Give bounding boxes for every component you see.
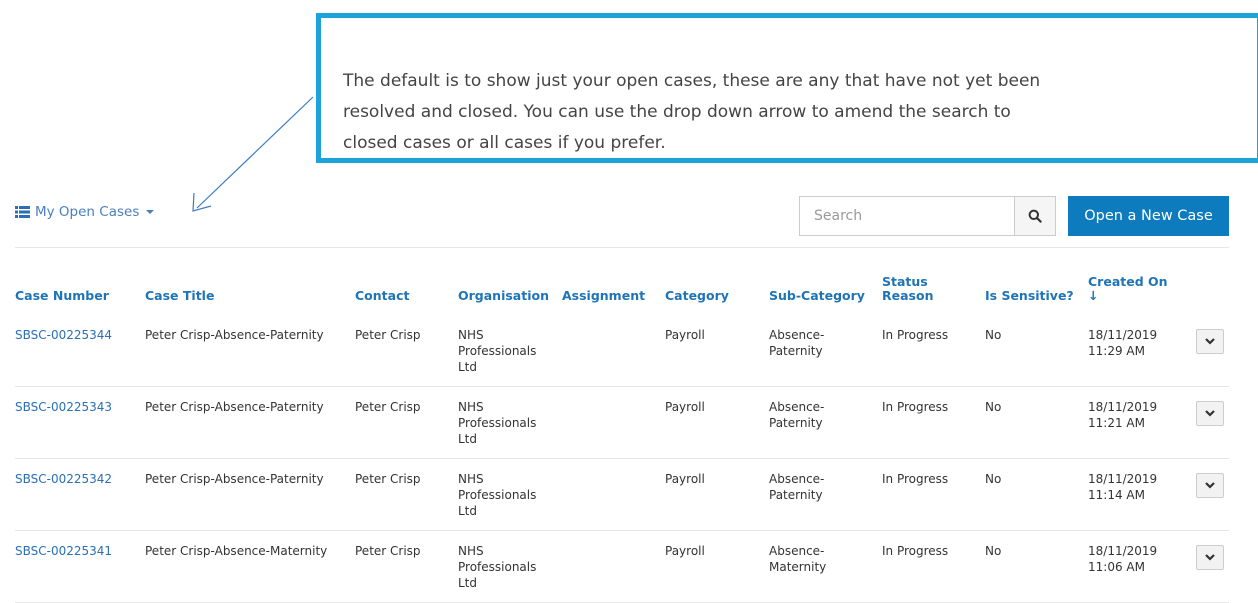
header-status-line1[interactable]: Status (882, 274, 928, 289)
case-title: Peter Crisp-Absence-Paternity (145, 472, 324, 486)
case-title: Peter Crisp-Absence-Maternity (145, 544, 328, 558)
instruction-callout: The default is to show just your open ca… (316, 13, 1258, 163)
created-on: 18/11/2019 11:06 AM (1088, 544, 1158, 574)
header-contact[interactable]: Contact (355, 288, 409, 303)
contact: Peter Crisp (355, 544, 421, 558)
header-created-on[interactable]: Created On (1088, 274, 1168, 289)
cases-table-body: SBSC-00225344 Peter Crisp-Absence-Patern… (15, 315, 1229, 603)
header-category[interactable]: Category (665, 288, 729, 303)
header-organisation[interactable]: Organisation (458, 288, 549, 303)
contact: Peter Crisp (355, 472, 421, 486)
organisation: NHS Professionals Ltd (458, 544, 537, 590)
row-actions-button[interactable] (1196, 545, 1224, 570)
case-number-link[interactable]: SBSC-00225344 (15, 327, 112, 343)
search-button[interactable] (1014, 196, 1056, 236)
row-actions-button[interactable] (1196, 329, 1224, 354)
status-reason: In Progress (882, 472, 949, 486)
case-number-link[interactable]: SBSC-00225343 (15, 399, 112, 415)
category: Payroll (665, 544, 705, 558)
created-on: 18/11/2019 11:14 AM (1088, 472, 1158, 502)
sub-category: Absence- Paternity (769, 400, 825, 430)
table-row: SBSC-00225344 Peter Crisp-Absence-Patern… (15, 315, 1229, 387)
table-row: SBSC-00225342 Peter Crisp-Absence-Patern… (15, 459, 1229, 531)
category: Payroll (665, 472, 705, 486)
is-sensitive: No (985, 328, 1002, 342)
header-assignment[interactable]: Assignment (562, 288, 645, 303)
table-row: SBSC-00225341 Peter Crisp-Absence-Matern… (15, 531, 1229, 603)
search-icon (1028, 209, 1042, 223)
case-title: Peter Crisp-Absence-Paternity (145, 400, 324, 414)
contact: Peter Crisp (355, 328, 421, 342)
status-reason: In Progress (882, 328, 949, 342)
category: Payroll (665, 328, 705, 342)
callout-text: The default is to show just your open ca… (343, 71, 1041, 153)
case-number-link[interactable]: SBSC-00225341 (15, 543, 112, 559)
row-actions-button[interactable] (1196, 473, 1224, 498)
table-row: SBSC-00225343 Peter Crisp-Absence-Patern… (15, 387, 1229, 459)
status-reason: In Progress (882, 544, 949, 558)
view-selector-label: My Open Cases (35, 204, 140, 220)
sort-down-arrow-icon: ↓ (1088, 288, 1099, 303)
case-number-link[interactable]: SBSC-00225342 (15, 471, 112, 487)
search-bar (799, 196, 1056, 236)
contact: Peter Crisp (355, 400, 421, 414)
chevron-down-icon (1205, 410, 1215, 417)
created-on: 18/11/2019 11:21 AM (1088, 400, 1158, 430)
row-actions-button[interactable] (1196, 401, 1224, 426)
sub-category: Absence- Paternity (769, 328, 825, 358)
search-input[interactable] (799, 196, 1014, 236)
header-status-line2[interactable]: Reason (882, 288, 933, 303)
header-is-sensitive[interactable]: Is Sensitive? (985, 288, 1074, 303)
is-sensitive: No (985, 400, 1002, 414)
header-sub-category[interactable]: Sub-Category (769, 288, 865, 303)
category: Payroll (665, 400, 705, 414)
chevron-down-icon (1205, 554, 1215, 561)
caret-down-icon (146, 210, 155, 214)
status-reason: In Progress (882, 400, 949, 414)
list-icon (15, 206, 30, 218)
header-case-number[interactable]: Case Number (15, 288, 109, 303)
chevron-down-icon (1205, 482, 1215, 489)
sub-category: Absence- Paternity (769, 472, 825, 502)
table-header: Case Number Case Title Contact Organisat… (15, 271, 1229, 311)
organisation: NHS Professionals Ltd (458, 328, 537, 374)
chevron-down-icon (1205, 338, 1215, 345)
sub-category: Absence- Maternity (769, 544, 827, 574)
is-sensitive: No (985, 544, 1002, 558)
case-title: Peter Crisp-Absence-Paternity (145, 328, 324, 342)
is-sensitive: No (985, 472, 1002, 486)
open-new-case-button[interactable]: Open a New Case (1068, 196, 1229, 236)
view-selector-dropdown[interactable]: My Open Cases (15, 204, 155, 220)
created-on: 18/11/2019 11:29 AM (1088, 328, 1158, 358)
organisation: NHS Professionals Ltd (458, 400, 537, 446)
toolbar-divider (15, 247, 1229, 248)
header-case-title[interactable]: Case Title (145, 288, 214, 303)
organisation: NHS Professionals Ltd (458, 472, 537, 518)
